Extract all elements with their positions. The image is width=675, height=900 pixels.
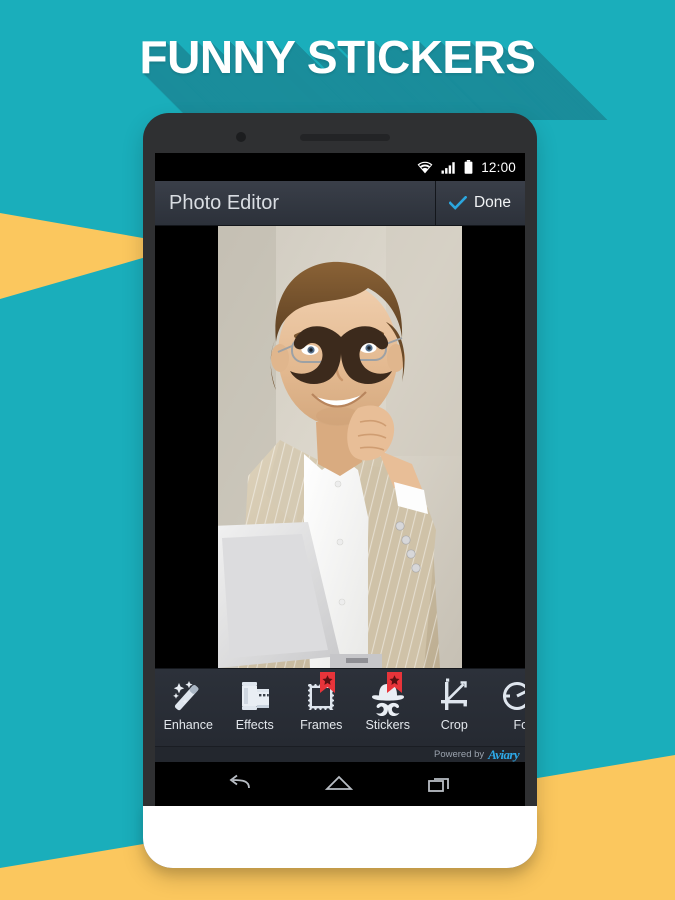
star-ribbon-icon bbox=[320, 672, 336, 693]
crop-icon bbox=[434, 676, 474, 716]
page-title: FUNNY STICKERS bbox=[139, 31, 536, 83]
magic-wand-icon bbox=[168, 676, 208, 716]
powered-by-strip: Powered by Aviary bbox=[155, 746, 525, 762]
wifi-icon bbox=[417, 161, 433, 173]
hat-mustache-icon bbox=[368, 672, 408, 717]
toolbar-label-enhance: Enhance bbox=[163, 718, 213, 732]
camera-dot-icon bbox=[236, 132, 246, 142]
toolbar-item-crop[interactable]: Crop bbox=[421, 669, 488, 746]
status-bar-time: 12:00 bbox=[481, 159, 516, 175]
earpiece-speaker-icon bbox=[300, 134, 390, 141]
recents-icon[interactable] bbox=[427, 774, 453, 794]
toolbar-label-frames: Frames bbox=[300, 718, 343, 732]
app-bar: Photo Editor Done bbox=[155, 181, 525, 226]
star-ribbon-icon bbox=[386, 672, 402, 693]
battery-icon bbox=[464, 160, 473, 174]
done-label: Done bbox=[473, 194, 511, 211]
phone-bottom-bezel bbox=[143, 806, 537, 868]
picture-frame-icon bbox=[301, 672, 341, 716]
status-bar: 12:00 bbox=[155, 153, 525, 181]
edited-photo[interactable] bbox=[218, 226, 462, 668]
toolbar-label-effects: Effects bbox=[235, 718, 274, 732]
mustache-sticker[interactable] bbox=[274, 321, 408, 393]
phone-device: 12:00 Photo Editor Done Enhance Effects … bbox=[143, 113, 537, 868]
toolbar-item-focus[interactable]: Fo bbox=[488, 669, 525, 746]
done-button[interactable]: Done bbox=[434, 181, 525, 225]
editor-toolbar[interactable]: Enhance Effects Frames Stickers Crop F bbox=[155, 668, 525, 746]
photo-canvas[interactable] bbox=[155, 226, 525, 668]
toolbar-item-stickers[interactable]: Stickers bbox=[355, 669, 422, 746]
app-bar-title: Photo Editor bbox=[169, 191, 280, 214]
toolbar-item-effects[interactable]: Effects bbox=[222, 669, 289, 746]
background-yellow-wedge-left bbox=[0, 213, 160, 299]
phone-screen: 12:00 Photo Editor Done Enhance Effects … bbox=[155, 153, 525, 806]
home-icon[interactable] bbox=[324, 774, 354, 794]
toolbar-label-stickers: Stickers bbox=[365, 718, 410, 732]
android-nav-bar[interactable] bbox=[155, 762, 525, 806]
aviary-logo: Aviary bbox=[488, 746, 519, 762]
toolbar-item-frames[interactable]: Frames bbox=[288, 669, 355, 746]
back-arrow-icon[interactable] bbox=[227, 774, 251, 794]
photo-image bbox=[218, 226, 462, 668]
toolbar-label-crop: Crop bbox=[440, 718, 468, 732]
check-icon bbox=[448, 196, 467, 210]
toolbar-label-focus: Fo bbox=[513, 718, 525, 732]
promo-screenshot: FUNNY STICKERS FUNNY STICKERS FUNNY STICKE… bbox=[0, 0, 675, 900]
cellular-signal-icon bbox=[441, 161, 455, 174]
focus-icon bbox=[501, 676, 525, 716]
toolbar-item-enhance[interactable]: Enhance bbox=[155, 669, 222, 746]
powered-by-label: Powered by bbox=[434, 749, 485, 760]
film-roll-icon bbox=[235, 676, 275, 716]
